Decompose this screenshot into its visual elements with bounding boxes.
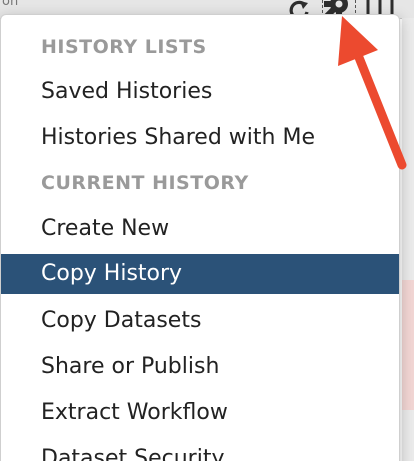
menu-item-copy-history[interactable]: Copy History <box>1 254 399 294</box>
menu-item-histories-shared-with-me[interactable]: Histories Shared with Me <box>1 118 399 158</box>
current-history-header: CURRENT HISTORY <box>41 172 249 194</box>
history-lists-header: HISTORY LISTS <box>41 36 207 58</box>
history-options-dropdown: HISTORY LISTS Saved Histories Histories … <box>0 14 400 461</box>
background-error-dataset <box>402 280 414 410</box>
menu-item-dataset-security[interactable]: Dataset Security <box>1 439 399 461</box>
menu-item-copy-datasets[interactable]: Copy Datasets <box>1 301 399 341</box>
screen: on HISTORY LISTS Saved Histories Histori… <box>0 0 414 461</box>
menu-item-share-or-publish[interactable]: Share or Publish <box>1 347 399 387</box>
background-panel <box>402 18 414 461</box>
menu-item-saved-histories[interactable]: Saved Histories <box>1 72 399 112</box>
menu-item-extract-workflow[interactable]: Extract Workflow <box>1 393 399 433</box>
toolbar-text-fragment: on <box>2 0 19 9</box>
menu-item-create-new[interactable]: Create New <box>1 209 399 249</box>
